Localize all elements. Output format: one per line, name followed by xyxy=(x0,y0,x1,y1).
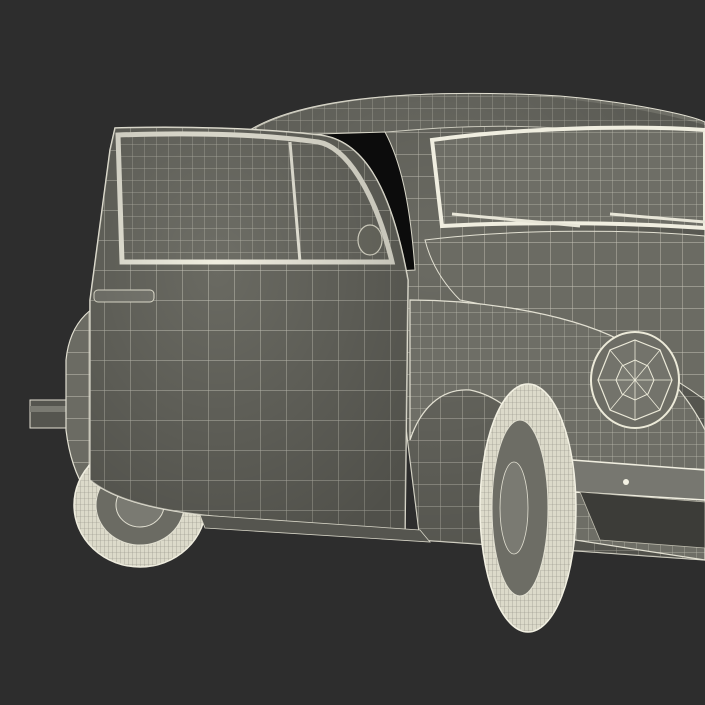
open-door xyxy=(89,126,409,531)
windshield xyxy=(429,125,705,231)
car-wireframe-render xyxy=(29,92,705,633)
render-viewport xyxy=(0,0,705,705)
headlight xyxy=(590,331,680,429)
front-wheel xyxy=(479,383,577,633)
rear-bumper xyxy=(29,399,71,429)
